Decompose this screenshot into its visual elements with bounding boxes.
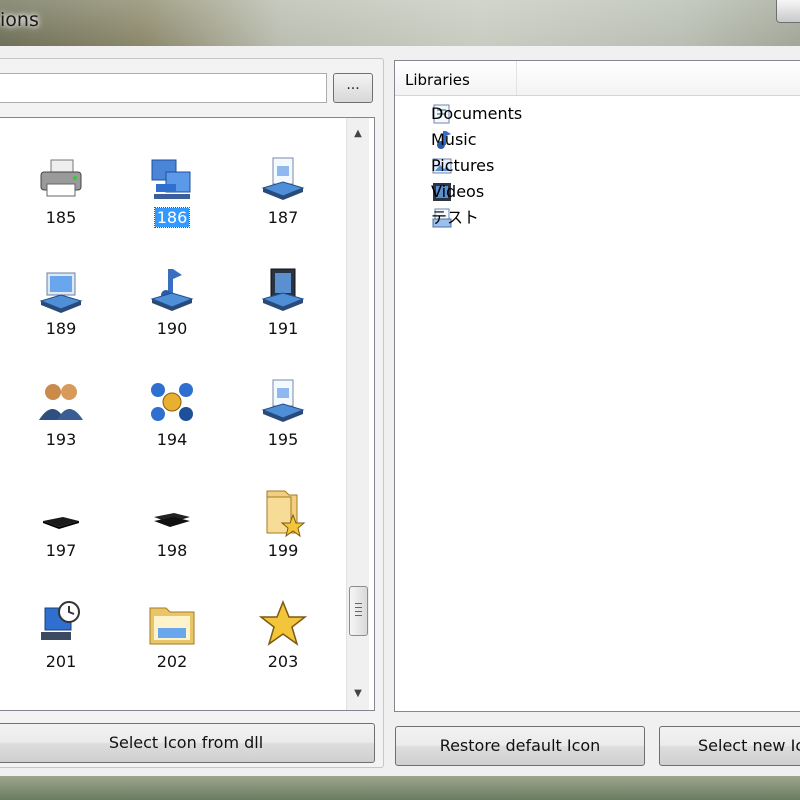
library-item-label: テスト [431, 208, 480, 227]
icon-index-label: 190 [156, 319, 188, 338]
icon-grid-item[interactable]: 201 [16, 598, 106, 694]
scroll-up-arrow-icon[interactable]: ▲ [347, 124, 369, 144]
libraries-list[interactable]: Libraries Documents Music Pictures Videos テス… [394, 60, 800, 712]
star-icon [238, 598, 328, 650]
icon-grid-item[interactable]: 190 [127, 265, 217, 361]
icon-grid-item[interactable]: 195 [238, 376, 328, 472]
icon-grid-item[interactable]: 198 [127, 487, 217, 583]
scroll-thumb[interactable] [349, 586, 368, 636]
icon-index-label: 198 [156, 541, 188, 560]
browse-button[interactable]: ... [333, 73, 373, 103]
select-new-icon-button[interactable]: Select new Icon [659, 726, 800, 766]
video-drive-icon [238, 265, 328, 317]
music-drive-icon [127, 265, 217, 317]
window-bottom-frame [0, 776, 800, 800]
library-item-label: Videos [431, 182, 485, 201]
libraries-column-header: Libraries [395, 61, 800, 96]
libraries-header-label[interactable]: Libraries [395, 61, 517, 95]
window-client: ... 185 186 187 189 190 191 193 194 195 197 198 199… [0, 46, 800, 776]
network-computers-icon [127, 154, 217, 206]
icon-index-label: 189 [45, 319, 77, 338]
icon-grid-item[interactable]: 186 [127, 154, 217, 250]
icon-index-label: 195 [267, 430, 299, 449]
icon-picker-panel: ... 185 186 187 189 190 191 193 194 195 197 198 199… [0, 58, 384, 768]
vertical-scrollbar[interactable]: ▲ ▼ [346, 118, 369, 710]
icon-index-label: 194 [156, 430, 188, 449]
folder-open-icon [127, 598, 217, 650]
icon-index-label: 202 [156, 652, 188, 671]
printer-icon [16, 154, 106, 206]
restore-default-icon-button[interactable]: Restore default Icon [395, 726, 645, 766]
icon-grid-item[interactable]: 187 [238, 154, 328, 250]
title-bar: ions [0, 0, 800, 46]
library-item-label: Documents [431, 104, 523, 123]
select-icon-from-dll-button[interactable]: Select Icon from dll [0, 723, 375, 763]
icon-index-label: 187 [267, 208, 299, 227]
icon-grid-item[interactable]: 197 [16, 487, 106, 583]
icon-index-label: 203 [267, 652, 299, 671]
icon-grid-item[interactable]: 189 [16, 265, 106, 361]
icon-grid[interactable]: 185 186 187 189 190 191 193 194 195 197 198 199 201 2… [0, 117, 375, 711]
icon-index-label: 191 [267, 319, 299, 338]
icon-grid-item[interactable]: 191 [238, 265, 328, 361]
icon-index-label: 193 [45, 430, 77, 449]
icon-grid-item[interactable]: 194 [127, 376, 217, 472]
icon-index-label: 197 [45, 541, 77, 560]
library-item-label: Music [431, 130, 477, 149]
flat-drive-dark-icon [127, 487, 217, 539]
close-button[interactable] [776, 0, 800, 23]
icon-grid-item[interactable]: 202 [127, 598, 217, 694]
globe-network-icon [127, 376, 217, 428]
document-drive-icon [238, 376, 328, 428]
icon-grid-item[interactable]: 185 [16, 154, 106, 250]
icon-grid-item[interactable]: 193 [16, 376, 106, 472]
icon-grid-item[interactable]: 203 [238, 598, 328, 694]
icon-index-label: 201 [45, 652, 77, 671]
dll-path-input[interactable] [0, 73, 327, 103]
icon-index-label: 186 [153, 207, 191, 228]
library-item-label: Pictures [431, 156, 495, 175]
icon-grid-item[interactable]: 199 [238, 487, 328, 583]
scroll-down-arrow-icon[interactable]: ▼ [347, 684, 369, 704]
flat-drive-icon [16, 487, 106, 539]
icon-index-label: 199 [267, 541, 299, 560]
icon-index-label: 185 [45, 208, 77, 227]
document-drive-icon [238, 154, 328, 206]
laptop-icon [16, 265, 106, 317]
computer-clock-icon [16, 598, 106, 650]
users-icon [16, 376, 106, 428]
folder-star-icon [238, 487, 328, 539]
window-title: ions [0, 9, 39, 31]
